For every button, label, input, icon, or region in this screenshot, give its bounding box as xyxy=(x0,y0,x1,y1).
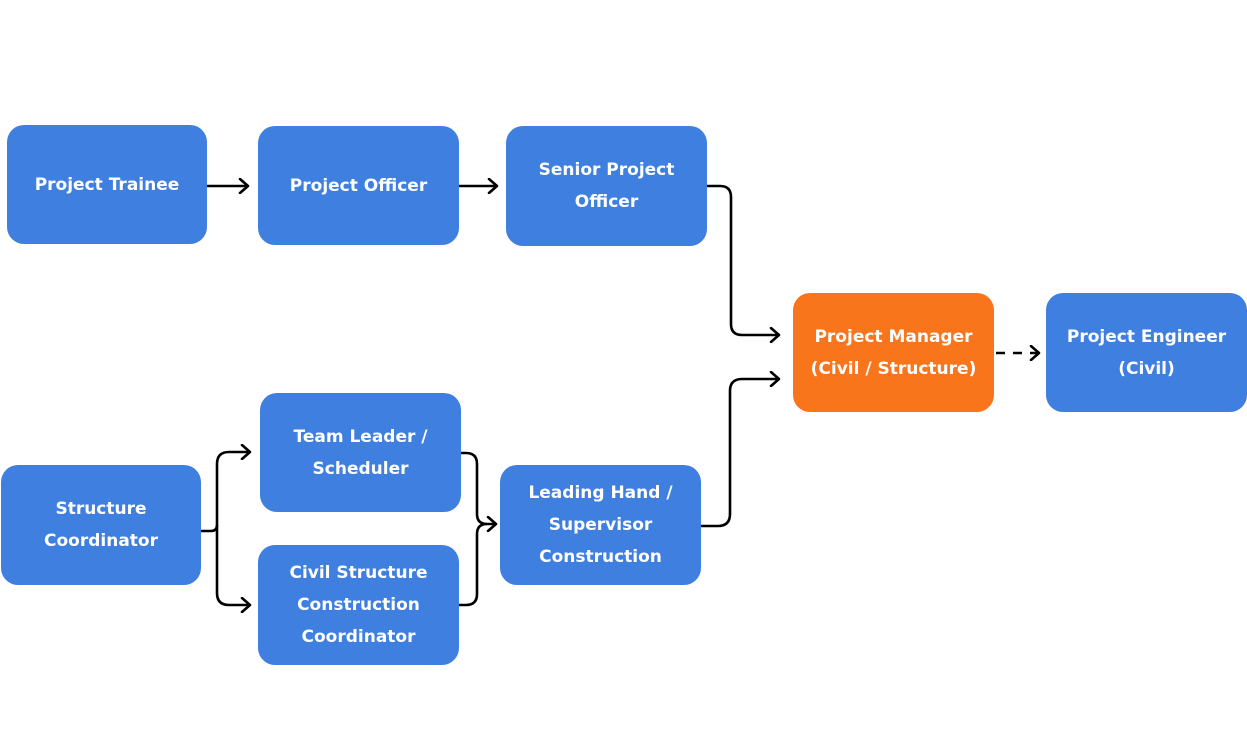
node-label: Project Trainee xyxy=(34,174,180,195)
node-structure-coordinator[interactable]: Structure Coordinator xyxy=(1,465,201,585)
node-project-trainee[interactable]: Project Trainee xyxy=(7,125,207,244)
edge-structure-coordinator-to-team-leader-scheduler xyxy=(215,452,250,531)
node-label: Team Leader / Scheduler xyxy=(293,426,428,479)
node-label: Project Manager (Civil / Structure) xyxy=(810,326,977,379)
node-label: Senior Project Officer xyxy=(538,160,675,212)
edge-civil-structure-to-leading-hand xyxy=(459,524,496,607)
node-project-manager[interactable]: Project Manager (Civil / Structure) xyxy=(793,293,994,412)
node-label: Structure Coordinator xyxy=(44,499,158,551)
edge-structure-coordinator-stem xyxy=(201,524,219,533)
node-label: Leading Hand / Supervisor Construction xyxy=(528,483,673,567)
node-project-officer[interactable]: Project Officer xyxy=(258,126,459,245)
node-label: Civil Structure Construction Coordinator xyxy=(289,563,428,647)
node-leading-hand-supervisor-construction[interactable]: Leading Hand / Supervisor Construction xyxy=(500,465,701,585)
node-senior-project-officer[interactable]: Senior Project Officer xyxy=(506,126,707,246)
edge-structure-coordinator-to-civil-structure-construction-coordinator xyxy=(215,531,250,605)
edge-leading-hand-to-project-manager xyxy=(701,379,779,528)
edge-team-leader-scheduler-to-leading-hand xyxy=(461,451,488,526)
career-path-diagram: Project Trainee Project Officer Senior P… xyxy=(0,0,1247,740)
edge-senior-project-officer-to-project-manager xyxy=(707,184,779,335)
node-label: Project Officer xyxy=(289,175,428,196)
node-team-leader-scheduler[interactable]: Team Leader / Scheduler xyxy=(260,393,461,512)
node-civil-structure-construction-coordinator[interactable]: Civil Structure Construction Coordinator xyxy=(258,545,459,665)
node-project-engineer[interactable]: Project Engineer (Civil) xyxy=(1046,293,1247,412)
node-label: Project Engineer (Civil) xyxy=(1066,326,1227,379)
